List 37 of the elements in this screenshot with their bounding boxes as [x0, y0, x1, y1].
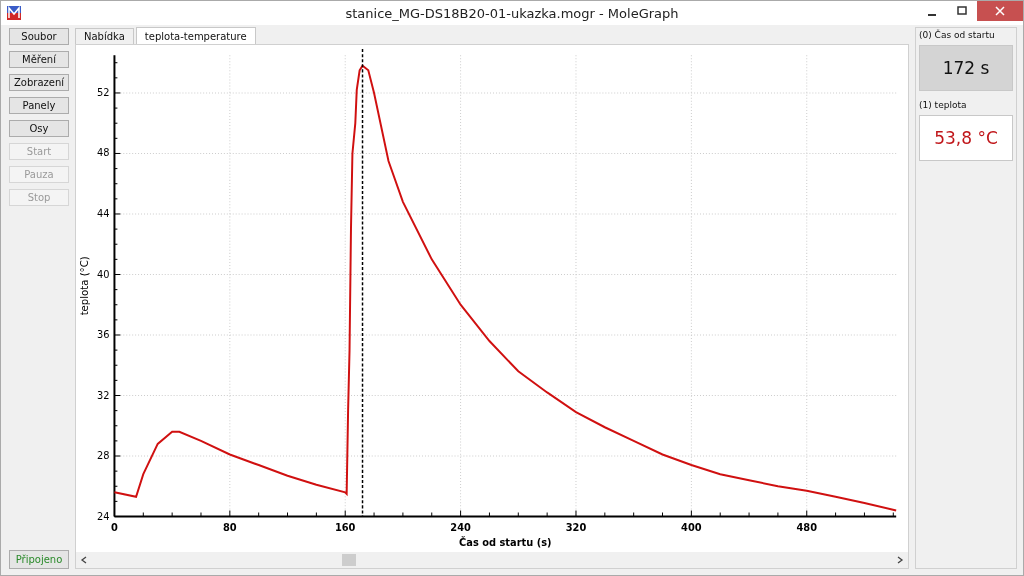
tick-label: 320: [565, 521, 587, 533]
tick-label: 44: [97, 207, 110, 220]
sidebar-button[interactable]: Soubor: [9, 28, 69, 45]
tick-label: 40: [97, 268, 110, 280]
tick-label: 480: [796, 521, 817, 533]
tab[interactable]: teplota-temperature: [135, 27, 256, 44]
tick-label: 240: [450, 521, 471, 533]
y-axis-label: teplota (°C): [78, 256, 90, 316]
sidebar-button[interactable]: Panely: [9, 97, 69, 114]
window-title: stanice_MG-DS18B20-01-ukazka.mogr - MoleGraph: [344, 5, 680, 21]
readout-label: (0) Čas od startu: [919, 30, 996, 40]
tick-label: 80: [222, 521, 237, 533]
horizontal-scrollbar[interactable]: [76, 552, 908, 568]
tick-label: 0: [111, 521, 118, 533]
tick-label: 32: [97, 389, 110, 401]
tick-label: 160: [334, 521, 356, 533]
readout-value: 53,8 °C: [919, 115, 1013, 161]
cursor-line[interactable]: [361, 48, 364, 518]
readout-label: (1) teplota: [919, 100, 968, 110]
sidebar-button[interactable]: Měření: [9, 51, 69, 68]
sidebar-button[interactable]: Osy: [9, 120, 69, 137]
app-logo-icon: [7, 6, 21, 20]
tick-label: 400: [681, 521, 702, 533]
tick-label: 48: [97, 147, 110, 159]
tab[interactable]: Nabídka: [75, 28, 134, 44]
x-axis-label: Čas od startu (s): [459, 536, 552, 548]
tick-label: 36: [97, 328, 110, 341]
readout-value: 172 s: [919, 45, 1013, 91]
sidebar-button[interactable]: Zobrazení: [9, 74, 69, 91]
tick-label: 28: [97, 449, 110, 462]
scrollbar-thumb[interactable]: [342, 554, 356, 566]
minimize-icon: [928, 14, 936, 16]
close-icon: [995, 6, 1005, 16]
tick-label: 24: [97, 510, 110, 522]
maximize-icon: [957, 6, 967, 16]
connection-status: Připojeno: [9, 550, 69, 569]
tick-label: 52: [97, 86, 110, 99]
